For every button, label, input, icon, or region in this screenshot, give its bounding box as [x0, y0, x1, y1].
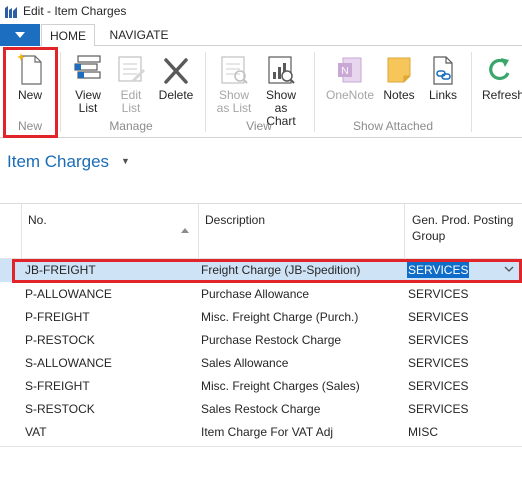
- cell-group: SERVICES: [408, 356, 469, 370]
- cell-group: MISC: [408, 425, 438, 439]
- group-label-manage: Manage: [109, 119, 153, 133]
- refresh-button[interactable]: Refresh: [478, 50, 522, 102]
- chevron-down-icon: [15, 32, 25, 38]
- cell-no[interactable]: S-RESTOCK: [25, 402, 95, 416]
- edit-list-button[interactable]: Edit List: [113, 50, 149, 115]
- show-as-list-icon: [221, 56, 248, 84]
- page-title[interactable]: Item Charges: [7, 152, 109, 172]
- group-label-show-attached: Show Attached: [352, 119, 434, 133]
- cell-group: SERVICES: [408, 333, 469, 347]
- links-button[interactable]: Links: [425, 50, 461, 102]
- onenote-icon: N: [338, 57, 362, 83]
- cell-no[interactable]: P-FREIGHT: [25, 310, 90, 324]
- show-as-list-label: Show as List: [216, 88, 252, 115]
- notes-icon: [387, 57, 411, 83]
- refresh-icon: [489, 58, 510, 81]
- sort-ascending-icon: [181, 228, 189, 233]
- chevron-down-icon[interactable]: ▼: [121, 156, 130, 166]
- table-row[interactable]: S-ALLOWANCE Sales Allowance SERVICES: [0, 352, 522, 375]
- edit-list-icon: [118, 56, 145, 82]
- delete-label: Delete: [158, 88, 194, 102]
- table-row[interactable]: S-FREIGHT Misc. Freight Charges (Sales) …: [0, 375, 522, 398]
- svg-text:N: N: [341, 66, 348, 77]
- ribbon: New New View List Edit List Delete Manag…: [0, 46, 522, 138]
- show-as-list-button[interactable]: Show as List: [212, 50, 256, 115]
- table-row[interactable]: P-ALLOWANCE Purchase Allowance SERVICES: [0, 283, 522, 306]
- cell-no[interactable]: P-RESTOCK: [25, 333, 95, 347]
- cell-description: Misc. Freight Charge (Purch.): [201, 310, 359, 324]
- cell-description: Sales Allowance: [201, 356, 289, 370]
- selected-row-highlight: [12, 259, 522, 283]
- cell-description: Misc. Freight Charges (Sales): [201, 379, 360, 393]
- view-list-icon: [74, 55, 101, 79]
- cell-no[interactable]: VAT: [25, 425, 47, 439]
- notes-button[interactable]: Notes: [381, 50, 417, 102]
- cell-group: SERVICES: [408, 287, 469, 301]
- cell-group: SERVICES: [408, 379, 469, 393]
- notes-label: Notes: [383, 88, 415, 102]
- cell-description: Purchase Restock Charge: [201, 333, 342, 347]
- cell-no[interactable]: P-ALLOWANCE: [25, 287, 112, 301]
- tab-navigate[interactable]: NAVIGATE: [104, 24, 174, 47]
- ribbon-separator: [471, 52, 472, 132]
- links-icon: [433, 56, 453, 85]
- cell-no[interactable]: S-ALLOWANCE: [25, 356, 112, 370]
- cell-group: SERVICES: [408, 402, 469, 416]
- table-row[interactable]: P-FREIGHT Misc. Freight Charge (Purch.) …: [0, 306, 522, 329]
- ribbon-tab-bar: HOME NAVIGATE: [0, 24, 522, 47]
- window-title: Edit - Item Charges: [23, 4, 127, 18]
- cell-description: Purchase Allowance: [201, 287, 310, 301]
- table-row[interactable]: P-RESTOCK Purchase Restock Charge SERVIC…: [0, 329, 522, 352]
- cell-no[interactable]: S-FREIGHT: [25, 379, 90, 393]
- links-label: Links: [428, 88, 457, 102]
- ribbon-separator: [314, 52, 315, 132]
- ribbon-separator: [205, 52, 206, 132]
- column-header-description[interactable]: Description: [198, 204, 404, 258]
- cell-description: Item Charge For VAT Adj: [201, 425, 334, 439]
- table-row[interactable]: S-RESTOCK Sales Restock Charge SERVICES: [0, 398, 522, 421]
- app-logo-icon: [5, 6, 17, 18]
- refresh-label: Refresh: [482, 88, 522, 102]
- table-row[interactable]: VAT Item Charge For VAT Adj MISC: [0, 421, 522, 444]
- onenote-button[interactable]: N OneNote: [322, 50, 378, 102]
- show-as-chart-button[interactable]: Show as Chart: [258, 50, 304, 128]
- column-header-no[interactable]: No.: [21, 204, 198, 258]
- column-header-gen-prod-posting-group[interactable]: Gen. Prod. Posting Group: [404, 204, 522, 258]
- delete-icon: [164, 58, 188, 84]
- show-as-chart-icon: [268, 56, 295, 84]
- onenote-label: OneNote: [325, 88, 375, 102]
- cell-description: Sales Restock Charge: [201, 402, 321, 416]
- new-button-highlight: [3, 47, 58, 138]
- grid-bottom-border: [0, 446, 522, 447]
- delete-button[interactable]: Delete: [155, 50, 197, 102]
- view-list-button[interactable]: View List: [70, 50, 106, 115]
- ribbon-separator: [60, 52, 61, 132]
- title-bar: Edit - Item Charges: [0, 0, 522, 24]
- view-list-label: View List: [75, 88, 101, 115]
- application-menu-button[interactable]: [0, 24, 40, 46]
- edit-list-label: Edit List: [120, 88, 142, 115]
- tab-home[interactable]: HOME: [41, 24, 95, 47]
- group-label-view: View: [246, 119, 272, 133]
- cell-group: SERVICES: [408, 310, 469, 324]
